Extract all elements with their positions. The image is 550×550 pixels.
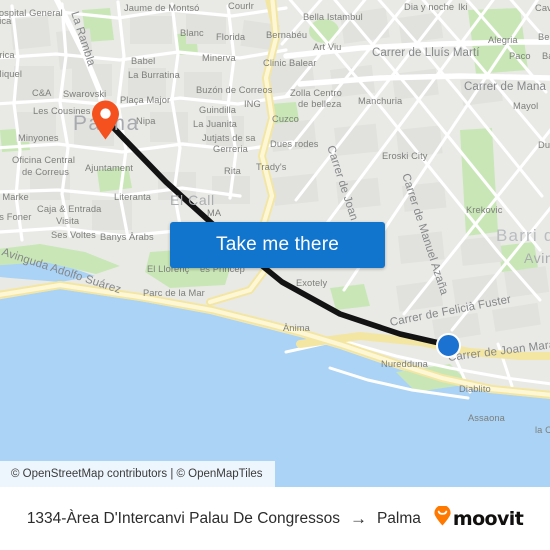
map-canvas[interactable]: Hospital GeneralLa RamblaJaume de Montsó… <box>0 0 550 487</box>
origin-pin-icon[interactable] <box>91 100 120 140</box>
destination-label: Palma <box>376 509 421 527</box>
moovit-trip-page: Hospital GeneralLa RamblaJaume de Montsó… <box>0 0 550 550</box>
arrow-right-icon: → <box>349 509 367 528</box>
take-me-there-button[interactable]: Take me there <box>170 222 385 268</box>
origin-label: 1334-Àrea D'Intercanvi Palau De Congress… <box>26 509 340 527</box>
moovit-logo[interactable]: moovit <box>434 505 524 531</box>
attribution-text[interactable]: © OpenStreetMap contributors | © OpenMap… <box>11 468 263 480</box>
destination-dot-icon[interactable] <box>436 333 461 358</box>
moovit-pin-icon <box>434 505 451 531</box>
map-attribution: © OpenStreetMap contributors | © OpenMap… <box>0 461 275 487</box>
moovit-wordmark: moovit <box>452 507 524 530</box>
trip-summary-footer: 1334-Àrea D'Intercanvi Palau De Congress… <box>0 487 550 550</box>
